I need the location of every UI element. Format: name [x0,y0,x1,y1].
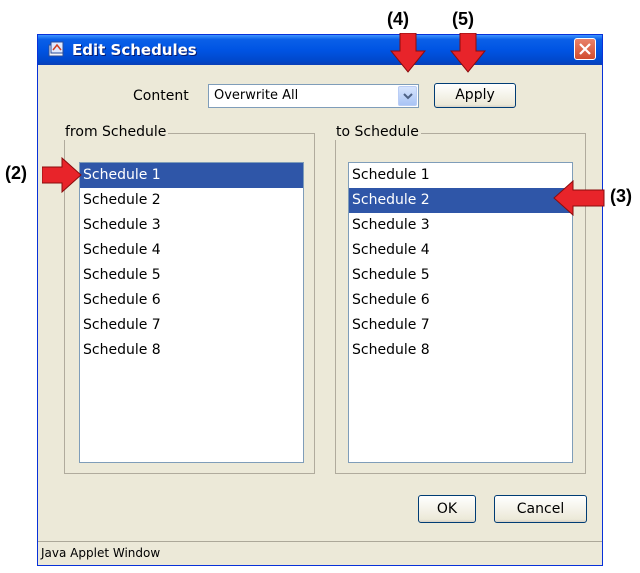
from-list-item[interactable]: Schedule 4 [80,238,303,263]
from-list-item[interactable]: Schedule 7 [80,313,303,338]
callout-5-arrow-icon [450,33,486,73]
to-schedule-list[interactable]: Schedule 1 Schedule 2 Schedule 3 Schedule 4… [348,162,573,463]
callout-2-arrow-icon [42,157,82,193]
callout-2-label: (2) [5,163,27,183]
content-dropdown[interactable]: Overwrite All [208,84,419,108]
content-label: Content [133,88,189,104]
cancel-button[interactable]: Cancel [494,495,587,523]
from-list-item[interactable]: Schedule 6 [80,288,303,313]
to-list-item[interactable]: Schedule 7 [349,313,572,338]
from-list-item[interactable]: Schedule 5 [80,263,303,288]
callout-4-arrow-icon [390,33,426,73]
callout-5-label: (5) [452,9,474,29]
java-app-icon [48,40,66,58]
from-schedule-label: from Schedule [63,124,169,140]
edit-schedules-window: Edit Schedules Content Overwrite All App… [37,34,603,566]
to-list-item[interactable]: Schedule 3 [349,213,572,238]
callout-3-label: (3) [610,186,632,206]
chevron-down-icon [403,93,413,100]
from-list-item[interactable]: Schedule 2 [80,188,303,213]
apply-button[interactable]: Apply [434,83,516,108]
from-list-item[interactable]: Schedule 3 [80,213,303,238]
to-list-item[interactable]: Schedule 8 [349,338,572,363]
status-text: Java Applet Window [41,546,161,560]
from-list-item[interactable]: Schedule 1 [80,163,303,188]
to-list-item[interactable]: Schedule 5 [349,263,572,288]
callout-3-arrow-icon [553,180,605,216]
close-icon [579,43,591,55]
status-bar: Java Applet Window [38,541,602,565]
content-dropdown-value: Overwrite All [214,88,299,103]
dropdown-arrow-button[interactable] [398,86,417,106]
to-list-item[interactable]: Schedule 6 [349,288,572,313]
from-list-item[interactable]: Schedule 8 [80,338,303,363]
title-bar[interactable]: Edit Schedules [38,35,602,65]
callout-4-label: (4) [387,9,409,29]
to-list-item[interactable]: Schedule 1 [349,163,572,188]
close-button[interactable] [574,38,596,60]
ok-button[interactable]: OK [418,495,476,523]
from-schedule-list[interactable]: Schedule 1 Schedule 2 Schedule 3 Schedule 4… [79,162,304,463]
to-schedule-label: to Schedule [334,124,421,140]
window-title: Edit Schedules [72,41,197,59]
to-list-item[interactable]: Schedule 4 [349,238,572,263]
to-list-item[interactable]: Schedule 2 [349,188,572,213]
